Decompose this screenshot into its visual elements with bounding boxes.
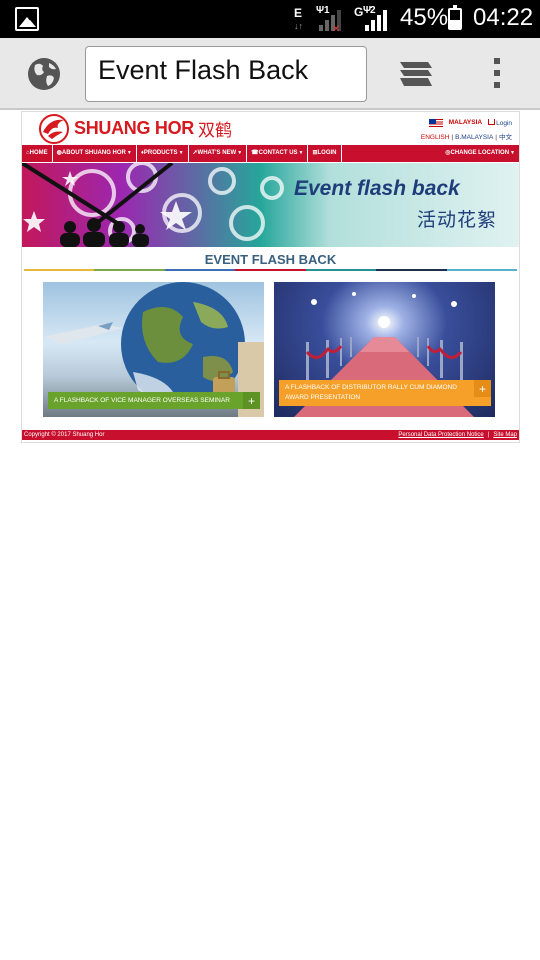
nav-whats-new[interactable]: ➚WHAT'S NEW▼ (189, 145, 248, 162)
site-map-link[interactable]: Site Map (493, 432, 517, 438)
login-link[interactable]: Login (488, 118, 512, 127)
site-header: SHUANG HOR 双鹤 MALAYSIA Login ENGLISH | B.M… (22, 112, 519, 145)
brand-name-cn: 双鹤 (198, 121, 233, 141)
nav-home[interactable]: ⌂HOME (22, 145, 53, 162)
nav-login[interactable]: ⊞LOGIN (308, 145, 342, 162)
globe-icon[interactable] (26, 56, 62, 92)
lang-bm-link[interactable]: B.MALAYSIA (455, 134, 493, 141)
nav-contact[interactable]: ☎CONTACT US▼ (247, 145, 309, 162)
status-bar: E ↓↑ Ψ 1 ✕ G Ψ 2 45% 04:22 (0, 0, 540, 38)
data-network-icon: E ↓↑ (294, 6, 303, 31)
brand-name: SHUANG HOR (74, 118, 195, 138)
section-title: EVENT FLASH BACK (204, 252, 337, 267)
event-caption: A FLASHBACK OF VICE MANAGER OVERSEAS SEM… (48, 392, 260, 409)
copyright-text: Copyright © 2017 Shuang Hor (24, 432, 105, 438)
lang-english-link[interactable]: ENGLISH (421, 134, 450, 141)
overflow-menu-icon[interactable] (490, 58, 504, 92)
browser-toolbar: Event Flash Back (0, 38, 540, 110)
event-caption: A FLASHBACK OF DISTRIBUTOR RALLY CUM DIA… (279, 380, 491, 406)
nav-products[interactable]: ♦PRODUCTS▼ (137, 145, 189, 162)
site-logo[interactable]: SHUANG HOR 双鹤 (36, 112, 232, 145)
event-card-distributor-rally[interactable]: A FLASHBACK OF DISTRIBUTOR RALLY CUM DIA… (274, 282, 495, 417)
crane-logo-icon (39, 114, 69, 144)
clock: 04:22 (473, 4, 534, 31)
malaysia-flag-icon (428, 118, 443, 127)
header-utilities: MALAYSIA Login ENGLISH | B.MALAYSIA | 中文 (420, 118, 512, 141)
event-banner: Event flash back 活动花絮 (22, 163, 519, 247)
banner-title-en: Event flash back (294, 177, 460, 200)
cart-icon (488, 118, 496, 125)
url-title-field[interactable]: Event Flash Back (85, 46, 367, 102)
battery-percent: 45% (400, 4, 449, 31)
section-divider (24, 269, 517, 271)
footer-separator: | (487, 432, 490, 438)
nav-about[interactable]: ◍ABOUT SHUANG HOR▼ (53, 145, 137, 162)
banner-title-cn: 活动花絮 (417, 209, 498, 231)
web-page: SHUANG HOR 双鹤 MALAYSIA Login ENGLISH | B.M… (22, 112, 519, 442)
sim1-signal-icon: Ψ 1 ✕ (316, 5, 341, 33)
lang-cn-link[interactable]: 中文 (499, 134, 512, 141)
main-nav: ⌂HOME ◍ABOUT SHUANG HOR▼ ♦PRODUCTS▼ ➚WHA… (22, 145, 519, 162)
gallery-notification-icon (15, 7, 39, 31)
nav-change-location[interactable]: ◎CHANGE LOCATION▼ (441, 145, 519, 162)
country-selector[interactable]: MALAYSIA (449, 119, 482, 126)
svg-text:✕: ✕ (332, 24, 340, 33)
battery-icon (448, 5, 462, 30)
sim2-signal-icon: G Ψ 2 (354, 5, 388, 33)
expand-plus-button[interactable]: + (243, 392, 260, 409)
expand-plus-button[interactable]: + (474, 380, 491, 397)
privacy-notice-link[interactable]: Personal Data Protection Notice (398, 432, 483, 438)
event-card-vice-manager-seminar[interactable]: A FLASHBACK OF VICE MANAGER OVERSEAS SEM… (43, 282, 264, 417)
tabs-icon[interactable] (398, 60, 434, 88)
site-footer: Copyright © 2017 Shuang Hor Personal Dat… (22, 430, 519, 440)
